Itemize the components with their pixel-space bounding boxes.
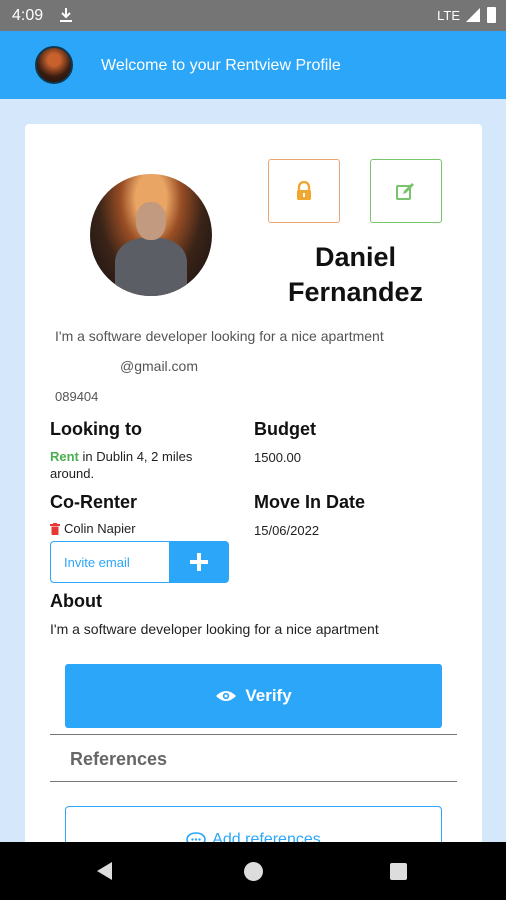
back-icon[interactable] — [97, 862, 112, 880]
status-time: 4:09 — [12, 7, 44, 24]
budget-value: 1500.00 — [254, 450, 301, 465]
move-in-label: Move In Date — [254, 492, 366, 512]
trash-icon[interactable] — [50, 522, 60, 535]
signal-icon — [466, 8, 480, 22]
profile-tagline: I'm a software developer looking for a n… — [55, 328, 384, 344]
divider — [50, 734, 457, 735]
looking-to-value: Rent in Dublin 4, 2 miles around. — [50, 448, 240, 482]
co-renter-name: Colin Napier — [64, 521, 136, 536]
eye-icon — [216, 691, 237, 701]
system-nav-bar — [0, 842, 506, 900]
plus-icon — [190, 553, 208, 571]
about-text: I'm a software developer looking for a n… — [50, 621, 379, 637]
profile-phone: 089404 — [55, 389, 99, 404]
verify-button[interactable]: Verify — [65, 664, 442, 728]
avatar[interactable] — [35, 46, 73, 84]
edit-profile-button[interactable] — [370, 159, 442, 223]
download-icon — [60, 8, 72, 22]
battery-icon — [487, 7, 496, 23]
co-renter-label: Co-Renter — [50, 492, 138, 512]
status-bar: 4:09 LTE — [0, 0, 506, 31]
profile-email: @gmail.com — [120, 358, 199, 374]
lock-icon — [297, 181, 311, 200]
co-renter-item: Colin Napier — [50, 521, 136, 536]
lock-button[interactable] — [268, 159, 340, 223]
edit-icon — [396, 183, 414, 200]
app-bar: Welcome to your Rentview Profile — [0, 31, 506, 99]
app-bar-title: Welcome to your Rentview Profile — [101, 57, 341, 74]
add-co-renter-button[interactable] — [169, 541, 229, 583]
rent-tag: Rent — [50, 449, 79, 464]
home-icon[interactable] — [244, 862, 263, 881]
move-in-value: 15/06/2022 — [254, 523, 320, 538]
references-heading: References — [70, 749, 168, 769]
recents-icon[interactable] — [390, 863, 407, 880]
about-label: About — [50, 591, 102, 611]
profile-name: Daniel Fernandez — [287, 242, 424, 307]
divider — [50, 781, 457, 782]
verify-label: Verify — [245, 686, 292, 705]
budget-label: Budget — [254, 419, 316, 439]
profile-photo — [90, 174, 212, 296]
invite-email-input[interactable] — [50, 541, 170, 583]
network-type: LTE — [437, 8, 460, 23]
looking-to-label: Looking to — [50, 419, 142, 439]
